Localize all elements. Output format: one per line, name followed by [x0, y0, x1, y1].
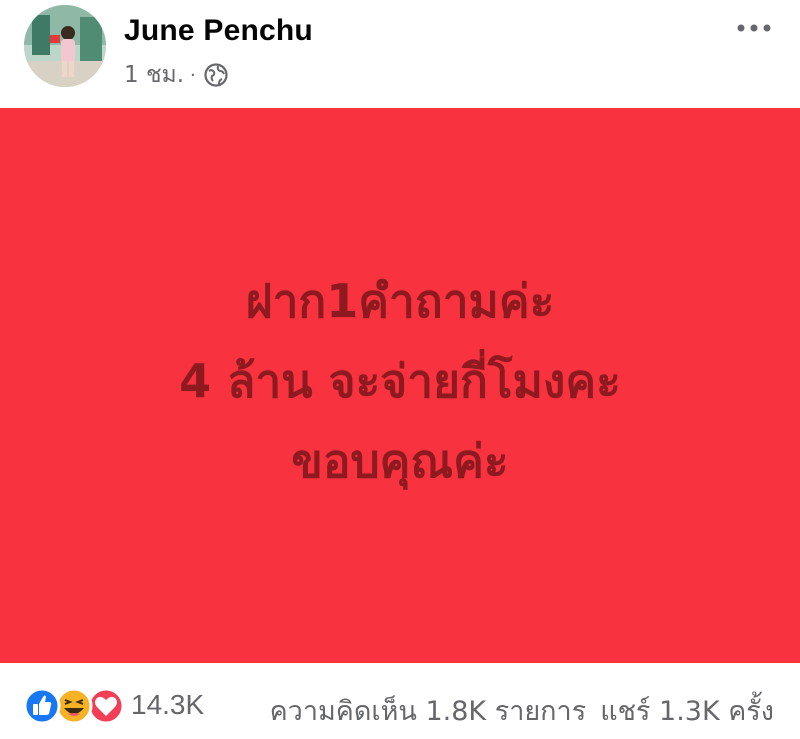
- reaction-count[interactable]: 14.3K: [131, 689, 204, 721]
- post-text-line: ฝาก1คำถามค่ะ: [245, 273, 555, 328]
- post-text: ฝาก1คำถามค่ะ 4 ล้าน จะจ่ายกี่โมงคะ ขอบคุ…: [179, 261, 621, 501]
- comments-count[interactable]: ความคิดเห็น 1.8K รายการ: [270, 689, 587, 732]
- shares-count[interactable]: แชร์ 1.3K ครั้ง: [600, 689, 774, 732]
- post-timestamp[interactable]: 1 ชม.: [124, 57, 184, 93]
- post-stats: ความคิดเห็น 1.8K รายการ แชร์ 1.3K ครั้ง: [270, 689, 774, 732]
- post-text-line: ขอบคุณค่ะ: [291, 433, 509, 488]
- like-icon: [23, 687, 61, 725]
- post-footer: 14.3K ความคิดเห็น 1.8K รายการ แชร์ 1.3K …: [0, 663, 800, 739]
- reactions-summary[interactable]: [22, 686, 126, 726]
- post-content: ฝาก1คำถามค่ะ 4 ล้าน จะจ่ายกี่โมงคะ ขอบคุ…: [0, 108, 800, 663]
- author-avatar[interactable]: [24, 5, 106, 87]
- post-header: June Penchu 1 ชม. ·: [0, 0, 800, 108]
- globe-icon[interactable]: [203, 62, 229, 88]
- author-name[interactable]: June Penchu: [124, 14, 313, 48]
- love-icon: [87, 687, 125, 725]
- post-text-line: 4 ล้าน จะจ่ายกี่โมงคะ: [179, 353, 621, 408]
- more-options-icon[interactable]: [736, 20, 772, 34]
- post-meta: 1 ชม. ·: [124, 57, 229, 93]
- haha-icon: [55, 687, 93, 725]
- meta-separator: ·: [190, 64, 196, 86]
